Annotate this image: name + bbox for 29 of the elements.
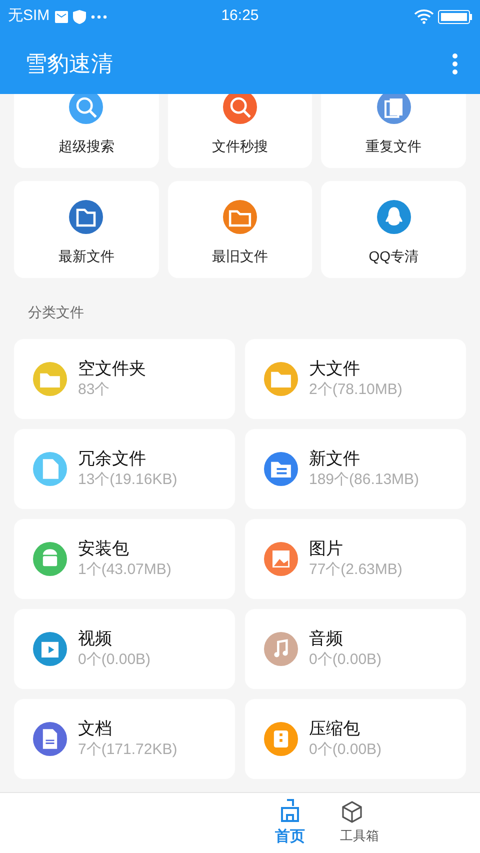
category-card[interactable]: 新文件 189个(86.13MB) (245, 429, 466, 509)
nav-tab[interactable]: 首页 (0, 793, 340, 853)
box-icon (340, 800, 364, 824)
more-menu-button[interactable] (450, 52, 460, 76)
tool-card[interactable]: 最新文件 (14, 181, 159, 278)
category-card[interactable]: 视频 0个(0.00B) (14, 609, 235, 689)
category-card[interactable]: 文档 7个(171.72KB) (14, 699, 235, 779)
app-title: 雪豹速清 (25, 50, 113, 78)
tool-card[interactable]: QQ专清 (321, 181, 466, 278)
category-card[interactable]: 大文件 2个(78.10MB) (245, 339, 466, 419)
tool-card[interactable]: 重复文件 (321, 94, 466, 168)
more-icon (90, 14, 107, 18)
category-card[interactable]: 压缩包 0个(0.00B) (245, 699, 466, 779)
category-card[interactable]: 音频 0个(0.00B) (245, 609, 466, 689)
tool-card[interactable]: 超级搜索 (14, 94, 159, 168)
tool-card[interactable]: 最旧文件 (168, 181, 312, 278)
category-card[interactable]: 图片 77个(2.63MB) (245, 519, 466, 599)
category-card[interactable]: 安装包 1个(43.07MB) (14, 519, 235, 599)
tool-card[interactable]: 文件秒搜 (168, 94, 312, 168)
category-card[interactable]: 冗余文件 13个(19.16KB) (14, 429, 235, 509)
section-title: 分类文件 (28, 303, 84, 322)
shield-icon (72, 10, 86, 24)
carrier-text: 无SIM (8, 6, 50, 26)
battery-icon (438, 8, 472, 24)
wifi-icon (414, 9, 434, 24)
mail-icon (54, 10, 68, 22)
category-card[interactable]: 空文件夹 83个 (14, 339, 235, 419)
clock-text: 16:25 (220, 6, 260, 26)
nav-tab[interactable]: 工具箱 (340, 793, 480, 853)
